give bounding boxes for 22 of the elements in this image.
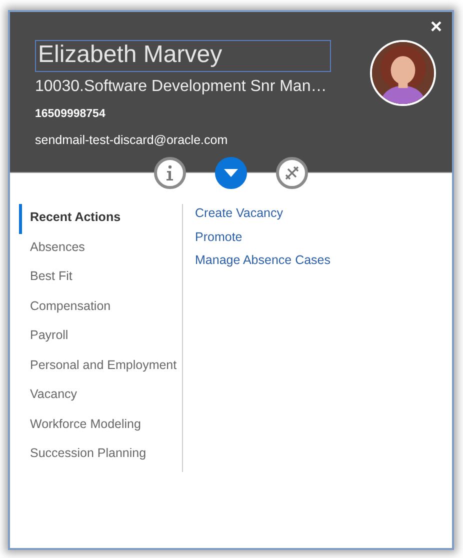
phone-number: 16509998754 <box>35 107 106 121</box>
action-link[interactable]: Promote <box>195 228 331 251</box>
category-item[interactable]: Absences <box>19 234 182 263</box>
tools-tab[interactable] <box>276 157 308 189</box>
tools-icon <box>284 165 300 181</box>
action-link[interactable]: Manage Absence Cases <box>195 251 331 274</box>
category-item[interactable]: Personal and Employment <box>19 352 182 381</box>
action-link[interactable]: Create Vacancy <box>195 204 331 228</box>
category-item[interactable]: Compensation <box>19 292 182 322</box>
info-tab[interactable] <box>154 157 186 189</box>
category-item[interactable]: Workforce Modeling <box>19 410 182 440</box>
actions-tab[interactable] <box>215 157 247 189</box>
caret-icon <box>224 168 238 178</box>
category-item[interactable]: Best Fit <box>19 263 182 292</box>
category-item[interactable]: Succession Planning <box>19 440 182 470</box>
close-button[interactable]: × <box>426 16 446 38</box>
category-item[interactable]: Recent Actions <box>19 204 182 234</box>
name-field[interactable]: Elizabeth Marvey <box>35 40 331 72</box>
category-item[interactable]: Payroll <box>19 322 182 352</box>
category-item[interactable]: Vacancy <box>19 381 182 410</box>
email-address: sendmail-test-discard@oracle.com <box>35 133 229 148</box>
job-title: 10030.Software Development Snr Man… <box>35 77 328 97</box>
